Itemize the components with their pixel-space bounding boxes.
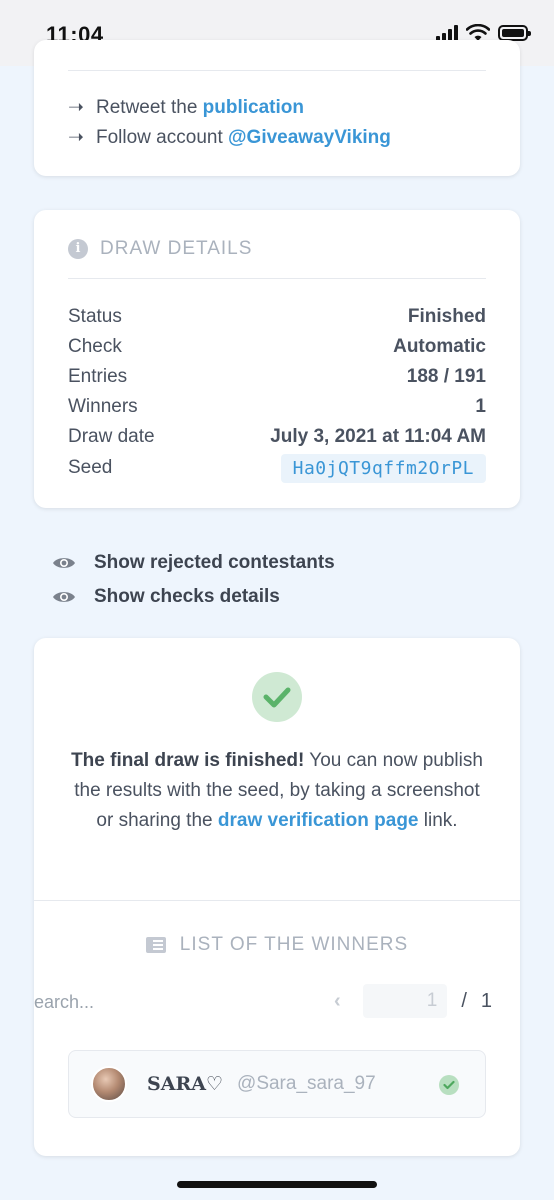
show-checks-toggle[interactable]: Show checks details xyxy=(52,586,280,608)
cellular-signal-icon xyxy=(436,25,458,41)
detail-value: Automatic xyxy=(393,336,486,357)
draw-details-header: i DRAW DETAILS xyxy=(68,238,252,260)
search-input[interactable] xyxy=(34,988,214,1016)
requirements-card: ➝ Retweet the publication ➝ Follow accou… xyxy=(34,40,520,176)
verification-link[interactable]: draw verification page xyxy=(218,810,419,831)
result-message: The final draw is finished! You can now … xyxy=(64,746,490,836)
detail-value: 188 / 191 xyxy=(406,366,486,387)
page-total: 1 xyxy=(480,989,492,1012)
page-input[interactable]: 1 xyxy=(363,984,448,1018)
result-card: The final draw is finished! You can now … xyxy=(34,638,520,1156)
check-icon xyxy=(439,1075,459,1095)
detail-row-entries: Entries 188 / 191 xyxy=(68,362,486,392)
publication-link[interactable]: publication xyxy=(203,97,304,119)
show-rejected-toggle[interactable]: Show rejected contestants xyxy=(52,552,335,574)
detail-label: Winners xyxy=(68,396,138,417)
home-indicator[interactable] xyxy=(177,1181,377,1188)
detail-value: July 3, 2021 at 11:04 AM xyxy=(270,426,486,447)
account-link[interactable]: @GiveawayViking xyxy=(228,127,391,149)
result-bold: The final draw is finished! xyxy=(71,750,305,771)
detail-row-check: Check Automatic xyxy=(68,332,486,362)
detail-value: Finished xyxy=(407,306,486,327)
page-separator: / xyxy=(461,989,467,1012)
seed-value[interactable]: Ha0jQT9qffm2OrPL xyxy=(280,453,486,483)
avatar xyxy=(91,1066,127,1102)
detail-label: Check xyxy=(68,336,122,357)
detail-row-seed: Seed Ha0jQT9qffm2OrPL xyxy=(68,453,486,483)
detail-value: 1 xyxy=(475,396,486,417)
detail-label: Seed xyxy=(68,457,113,478)
divider xyxy=(34,900,520,901)
detail-label: Entries xyxy=(68,366,128,387)
chevron-left-icon[interactable]: ‹ xyxy=(325,990,349,1013)
winner-name: SARA♡ xyxy=(147,1073,224,1095)
arrow-right-icon: ➝ xyxy=(68,97,84,118)
winners-title: LIST OF THE WINNERS xyxy=(179,934,409,955)
list-icon xyxy=(145,937,166,953)
detail-row-winners: Winners 1 xyxy=(68,392,486,422)
result-text-2: link. xyxy=(418,810,458,831)
show-rejected-label: Show rejected contestants xyxy=(94,552,335,573)
info-icon: i xyxy=(68,239,88,259)
show-checks-label: Show checks details xyxy=(94,586,280,607)
requirement-text: Retweet the xyxy=(96,96,203,118)
check-circle-icon xyxy=(252,672,302,722)
winner-list-item[interactable]: SARA♡ @Sara_sara_97 xyxy=(68,1050,486,1118)
detail-row-draw-date: Draw date July 3, 2021 at 11:04 AM xyxy=(68,422,486,452)
requirement-follow: ➝ Follow account @GiveawayViking xyxy=(68,126,391,149)
requirement-text: Follow account xyxy=(96,126,229,148)
eye-icon xyxy=(53,558,75,568)
detail-row-status: Status Finished xyxy=(68,302,486,332)
winners-header: LIST OF THE WINNERS xyxy=(34,934,520,956)
draw-details-title: DRAW DETAILS xyxy=(100,238,253,259)
draw-details-card: i DRAW DETAILS Status Finished Check Aut… xyxy=(34,210,520,508)
detail-label: Draw date xyxy=(68,426,155,447)
requirement-retweet: ➝ Retweet the publication xyxy=(68,96,304,119)
eye-icon xyxy=(53,592,75,602)
arrow-right-icon: ➝ xyxy=(68,127,84,148)
divider xyxy=(68,70,486,71)
winner-handle[interactable]: @Sara_sara_97 xyxy=(237,1073,376,1095)
battery-icon xyxy=(498,25,531,41)
pagination: ‹ 1 / 1 xyxy=(325,984,492,1018)
detail-label: Status xyxy=(68,306,122,327)
divider xyxy=(68,278,486,279)
